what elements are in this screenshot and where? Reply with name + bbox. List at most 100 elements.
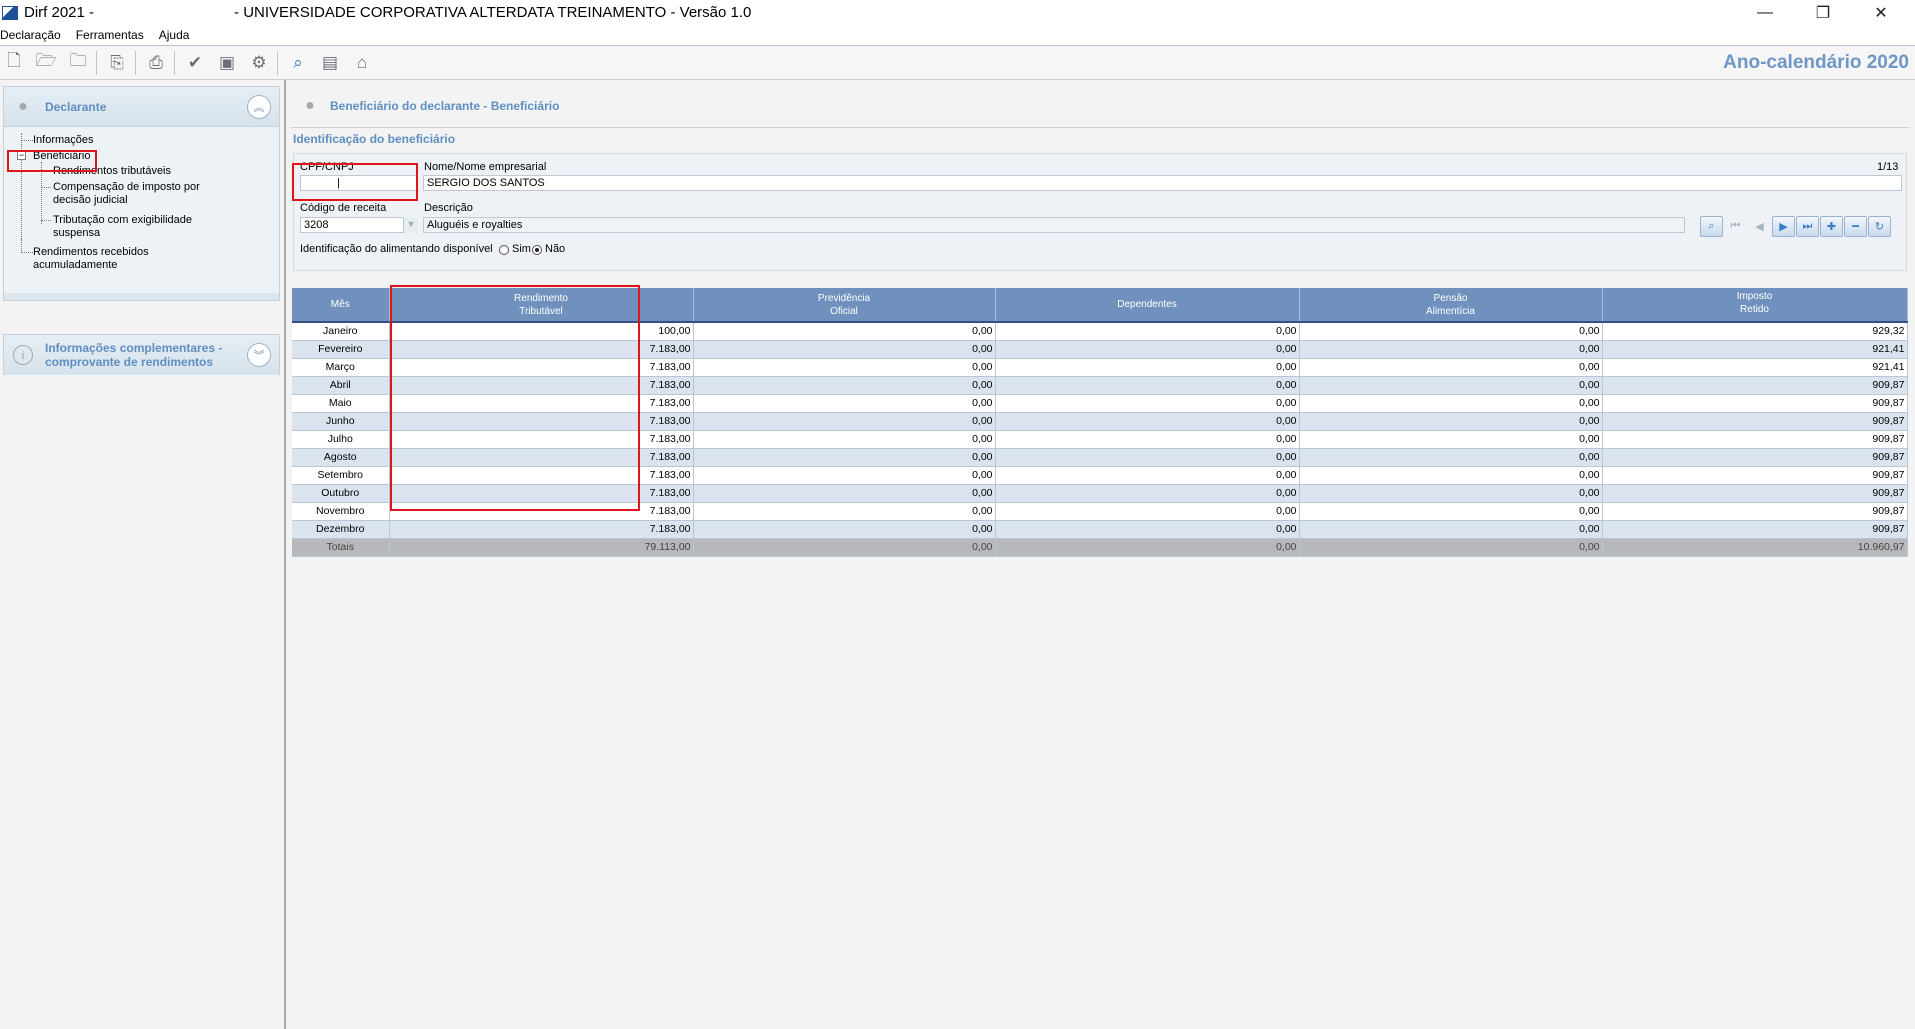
collapse-up-icon[interactable]: ︽ (247, 94, 271, 119)
descricao-field[interactable]: Aluguéis e royalties (423, 217, 1685, 233)
cell-previdencia[interactable]: 0,00 (693, 340, 996, 359)
declarante-panel-header[interactable]: ● Declarante ︽ (4, 87, 279, 127)
cell-mes: Julho (292, 430, 390, 449)
cell-pensao[interactable]: 0,00 (1299, 412, 1603, 431)
cell-mes: Dezembro (292, 520, 390, 539)
cell-pensao[interactable]: 0,00 (1299, 358, 1603, 377)
cell-dependentes[interactable]: 0,00 (995, 484, 1300, 503)
cell-imposto[interactable]: 909,87 (1602, 412, 1908, 431)
cell-pensao[interactable]: 0,00 (1299, 448, 1603, 467)
tree-item-tributacao[interactable]: Tributação com exigibilidade suspensa (53, 214, 192, 240)
complementares-panel-header[interactable]: i Informações complementares - comprovan… (4, 335, 279, 375)
tree-item-compensacao[interactable]: Compensação de imposto por decisão judic… (53, 181, 200, 207)
cell-dependentes[interactable]: 0,00 (995, 376, 1300, 395)
refresh-icon[interactable]: ↻ (1868, 216, 1891, 237)
close-button[interactable]: ✕ (1853, 0, 1909, 25)
cell-dependentes[interactable]: 0,00 (995, 466, 1300, 485)
menu-ajuda[interactable]: Ajuda (159, 28, 190, 42)
codigo-select[interactable]: 3208 ▼ (300, 217, 418, 233)
save-icon[interactable]: ▣ (215, 51, 239, 75)
next-record-icon[interactable]: ▶ (1772, 216, 1795, 237)
add-record-icon[interactable]: ✚ (1820, 216, 1843, 237)
check-icon[interactable]: ✔ (183, 51, 207, 75)
calculator-icon[interactable]: ▤ (318, 51, 342, 75)
toolbar-separator (96, 50, 97, 75)
open-folder-icon[interactable]: 🗁 (34, 51, 58, 75)
chevron-down-icon[interactable]: ▼ (403, 217, 418, 233)
search-record-icon[interactable]: ⌕ (1700, 216, 1723, 237)
cell-imposto[interactable]: 921,41 (1602, 340, 1908, 359)
nome-field[interactable]: SERGIO DOS SANTOS (423, 175, 1902, 191)
restore-button[interactable]: ❐ (1795, 0, 1851, 25)
cell-previdencia[interactable]: 0,00 (693, 376, 996, 395)
cell-pensao[interactable]: 0,00 (1299, 322, 1603, 341)
cell-imposto[interactable]: 929,32 (1602, 322, 1908, 341)
cell-previdencia[interactable]: 0,00 (693, 520, 996, 539)
cell-pensao[interactable]: 0,00 (1299, 394, 1603, 413)
cell-dependentes[interactable]: 0,00 (995, 430, 1300, 449)
last-record-icon[interactable]: ⏭ (1796, 216, 1819, 237)
nome-label: Nome/Nome empresarial (424, 161, 547, 173)
cell-mes: Fevereiro (292, 340, 390, 359)
cell-dependentes[interactable]: 0,00 (995, 394, 1300, 413)
cell-previdencia[interactable]: 0,00 (693, 322, 996, 341)
remove-record-icon[interactable]: ━ (1844, 216, 1867, 237)
total-cell-dependentes: 0,00 (995, 538, 1300, 557)
cell-previdencia[interactable]: 0,00 (693, 412, 996, 431)
cell-previdencia[interactable]: 0,00 (693, 448, 996, 467)
new-file-icon[interactable]: 🗋 (2, 51, 26, 75)
cell-dependentes[interactable]: 0,00 (995, 358, 1300, 377)
col-header-imposto-line1: Imposto (1736, 291, 1773, 302)
cell-imposto[interactable]: 909,87 (1602, 376, 1908, 395)
cell-pensao[interactable]: 0,00 (1299, 484, 1603, 503)
previous-record-icon[interactable]: ◀ (1748, 216, 1771, 237)
cell-previdencia[interactable]: 0,00 (693, 358, 996, 377)
cell-imposto[interactable]: 909,87 (1602, 484, 1908, 503)
cell-pensao[interactable]: 0,00 (1299, 376, 1603, 395)
menu-declaracao[interactable]: Declaração (0, 28, 61, 42)
copy-icon[interactable]: ⎘ (105, 51, 129, 75)
tree-item-informacoes[interactable]: Informações (33, 134, 94, 147)
cell-pensao[interactable]: 0,00 (1299, 502, 1603, 521)
tree-item-rra[interactable]: Rendimentos recebidos acumuladamente (33, 246, 149, 272)
cell-imposto[interactable]: 909,87 (1602, 502, 1908, 521)
cell-dependentes[interactable]: 0,00 (995, 502, 1300, 521)
minimize-button[interactable]: — (1737, 0, 1793, 25)
cell-imposto[interactable]: 921,41 (1602, 358, 1908, 377)
expand-down-icon[interactable]: ︾ (247, 343, 271, 367)
folder-icon[interactable]: 🗀 (66, 51, 90, 75)
cell-previdencia[interactable]: 0,00 (693, 394, 996, 413)
gear-icon[interactable]: ⚙ (247, 51, 271, 75)
transmit-icon[interactable]: ⌂ (350, 51, 374, 75)
cell-imposto[interactable]: 909,87 (1602, 520, 1908, 539)
print-icon[interactable]: ⎙ (144, 51, 168, 75)
cell-pensao[interactable]: 0,00 (1299, 466, 1603, 485)
cell-mes: Agosto (292, 448, 390, 467)
cell-previdencia[interactable]: 0,00 (693, 502, 996, 521)
cell-imposto[interactable]: 909,87 (1602, 430, 1908, 449)
cell-dependentes[interactable]: 0,00 (995, 448, 1300, 467)
menu-ferramentas[interactable]: Ferramentas (76, 28, 144, 42)
cell-dependentes[interactable]: 0,00 (995, 412, 1300, 431)
cell-dependentes[interactable]: 0,00 (995, 520, 1300, 539)
cell-pensao[interactable]: 0,00 (1299, 430, 1603, 449)
year-label: Ano-calendário 2020 (1723, 52, 1909, 73)
cell-imposto[interactable]: 909,87 (1602, 448, 1908, 467)
cell-dependentes[interactable]: 0,00 (995, 340, 1300, 359)
cell-previdencia[interactable]: 0,00 (693, 430, 996, 449)
radio-sim[interactable] (499, 245, 509, 255)
cell-pensao[interactable]: 0,00 (1299, 520, 1603, 539)
search-icon[interactable]: ⌕ (286, 51, 310, 75)
total-cell-previdencia: 0,00 (693, 538, 996, 557)
cell-imposto[interactable]: 909,87 (1602, 394, 1908, 413)
app-title: Dirf 2021 - (24, 4, 95, 21)
cell-rendimento[interactable]: 7.183,00 (389, 520, 694, 539)
alimentando-label: Identificação do alimentando disponível (300, 243, 493, 255)
cell-previdencia[interactable]: 0,00 (693, 466, 996, 485)
cell-dependentes[interactable]: 0,00 (995, 322, 1300, 341)
cell-pensao[interactable]: 0,00 (1299, 340, 1603, 359)
cell-previdencia[interactable]: 0,00 (693, 484, 996, 503)
radio-nao[interactable] (532, 245, 542, 255)
cell-imposto[interactable]: 909,87 (1602, 466, 1908, 485)
first-record-icon[interactable]: ⏮ (1724, 216, 1747, 237)
